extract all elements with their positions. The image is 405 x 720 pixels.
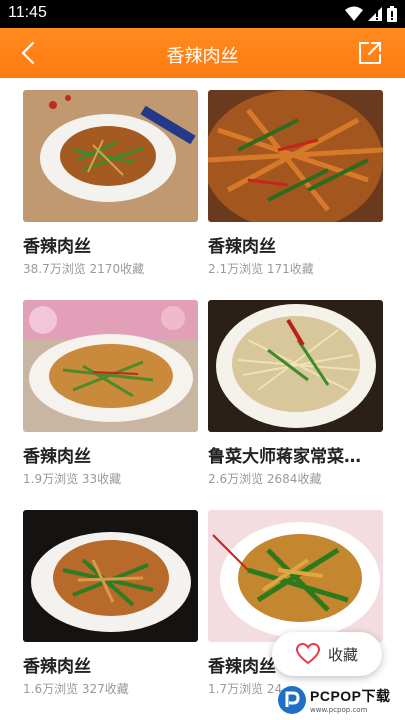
page-title: 香辣肉丝 <box>166 46 239 67</box>
favorite-button[interactable]: 收藏 <box>272 632 382 676</box>
recipe-photo <box>208 90 383 222</box>
favorite-label: 收藏 <box>327 645 358 664</box>
heart-icon <box>295 643 320 665</box>
recipe-title: 鲁菜大师蒋家常菜… <box>208 447 361 467</box>
recipe-card[interactable]: 香辣肉丝 1.6万浏览 327收藏 <box>23 510 198 696</box>
battery-icon <box>387 6 397 22</box>
recipe-card[interactable]: 香辣肉丝 38.7万浏览 2170收藏 <box>23 90 198 276</box>
signal-icon <box>368 7 382 21</box>
recipe-card[interactable]: 鲁菜大师蒋家常菜… 2.6万浏览 2684收藏 <box>208 300 383 486</box>
recipe-title: 香辣肉丝 <box>208 237 276 257</box>
recipe-photo <box>23 300 198 432</box>
recipe-stats: 2.6万浏览 2684收藏 <box>208 472 322 486</box>
status-bar: 11:45 <box>0 0 405 28</box>
watermark-text: PCPOP下载 <box>310 688 391 704</box>
recipe-card[interactable]: 香辣肉丝 1.7万浏览 24… <box>208 510 383 696</box>
recipe-stats: 1.9万浏览 33收藏 <box>23 472 122 486</box>
recipe-card[interactable]: 香辣肉丝 2.1万浏览 171收藏 <box>208 90 383 276</box>
watermark: PCPOP下载 www.pcpop.com <box>278 686 391 714</box>
recipe-photo <box>208 300 383 432</box>
recipe-stats: 1.6万浏览 327收藏 <box>23 682 129 696</box>
watermark-sub: www.pcpop.com <box>310 706 368 714</box>
app-bar: 香辣肉丝 <box>0 28 405 78</box>
recipe-stats: 38.7万浏览 2170收藏 <box>23 262 145 276</box>
recipe-photo <box>208 510 383 642</box>
recipe-title: 香辣肉丝 <box>23 657 91 677</box>
share-button[interactable] <box>357 40 383 66</box>
recipe-card[interactable]: 香辣肉丝 1.9万浏览 33收藏 <box>23 300 198 486</box>
share-icon <box>359 42 381 64</box>
recipe-title: 香辣肉丝 <box>23 237 91 257</box>
pcpop-logo-icon <box>278 686 306 714</box>
recipe-photo <box>23 90 198 222</box>
wifi-icon <box>345 6 363 21</box>
recipe-stats: 2.1万浏览 171收藏 <box>208 262 314 276</box>
status-time: 11:45 <box>8 4 47 21</box>
status-icons <box>345 6 397 22</box>
recipe-title: 香辣肉丝 <box>23 447 91 467</box>
recipe-photo <box>23 510 198 642</box>
